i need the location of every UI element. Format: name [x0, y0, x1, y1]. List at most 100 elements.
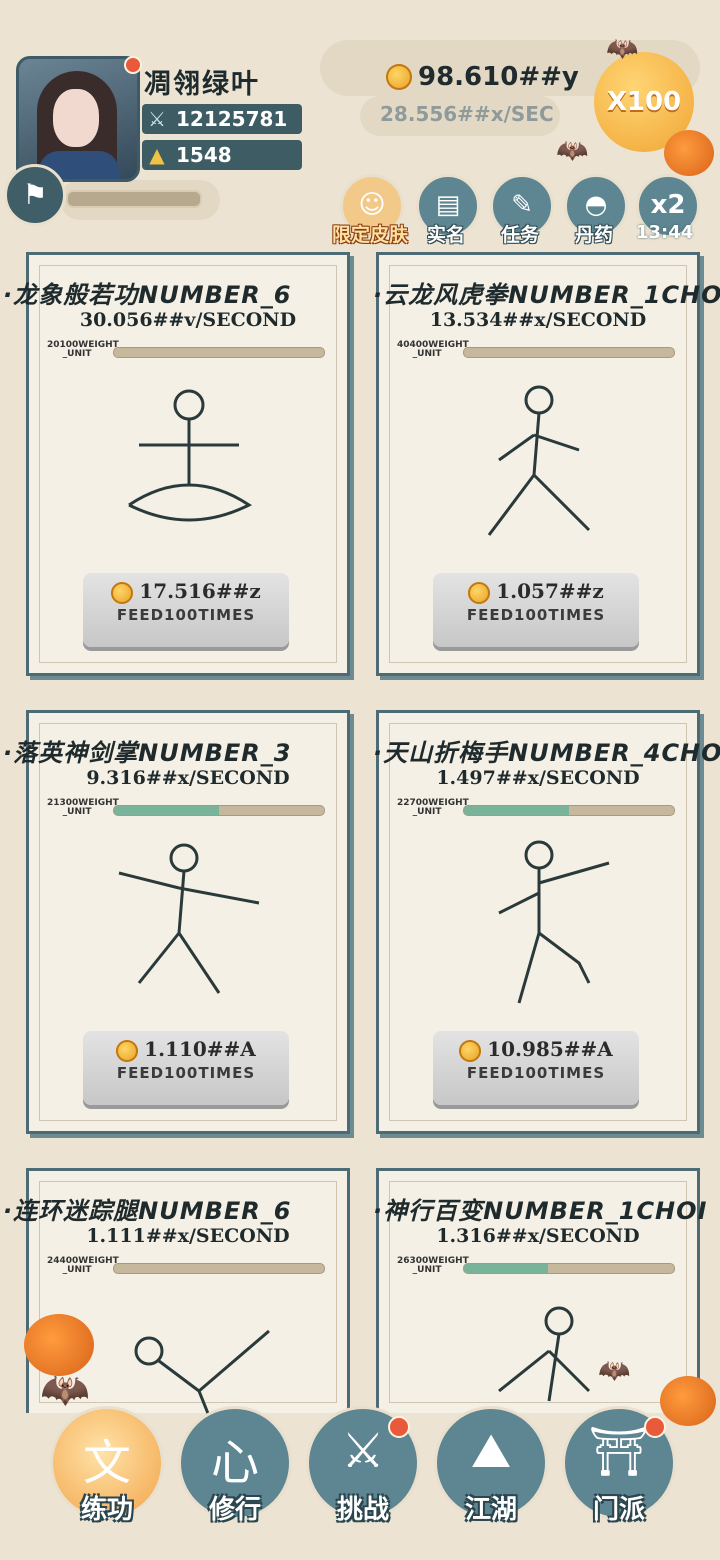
skill-title: ·落英神剑掌NUMBER_3	[3, 739, 292, 767]
gold-coin-icon	[116, 1039, 139, 1062]
weight-progress-bar	[113, 1263, 325, 1274]
ingot-stat: ▲ 1548	[142, 140, 302, 170]
challenge-notification-dot	[388, 1416, 410, 1438]
feed-label: FEED100TIMES	[116, 1063, 256, 1082]
skill-title: ·天山折梅手NUMBER_4CHO	[373, 739, 720, 767]
skill-card[interactable]: ·云龙风虎拳NUMBER_1CHO 13.534##x/SECOND 40400WE…	[373, 252, 720, 676]
mountain-icon: ⛰	[470, 1423, 512, 1479]
weight-unit: _UNIT	[412, 807, 442, 817]
weight-unit: _UNIT	[412, 349, 442, 359]
skill-rate: 1.111##x/SECOND	[86, 1225, 290, 1247]
weight-unit: _UNIT	[62, 1265, 92, 1275]
player-name: 凋翎绿叶	[144, 69, 260, 100]
bat-icon: 🦇	[40, 1367, 90, 1413]
weight-unit: _UNIT	[412, 1265, 442, 1275]
feed-label: FEED100TIMES	[116, 605, 256, 624]
weight-progress-bar	[113, 805, 325, 816]
feed-cost: 1.110##A	[83, 1037, 289, 1062]
weight-progress-bar	[463, 1263, 675, 1274]
feed-cost-value: 1.057##z	[496, 579, 604, 603]
feed-cost: 1.057##z	[433, 579, 639, 604]
avatar-face	[53, 89, 99, 147]
gold-coin-icon	[111, 581, 134, 604]
bat-icon: 🦇	[598, 1356, 631, 1386]
nav-sect-label: 门派	[592, 1495, 645, 1525]
skill-card[interactable]: ·天山折梅手NUMBER_4CHO 1.497##x/SECOND 22700WEI…	[373, 710, 720, 1134]
weight-unit: _UNIT	[62, 807, 92, 817]
realname-label: 实名	[426, 224, 465, 246]
skill-card[interactable]: ·龙象般若功NUMBER_6 30.056##v/SECOND 20100WEIGH…	[3, 252, 350, 676]
feed-button[interactable]: 1.057##z FEED100TIMES	[433, 573, 639, 647]
weight-progress-bar	[463, 347, 675, 358]
nav-challenge-label: 挑战	[336, 1495, 389, 1525]
power-stat: ⚔ 12125781	[142, 104, 302, 134]
weight-label: 21300WEIGHT _UNIT	[47, 799, 119, 817]
feed-cost: 10.985##A	[433, 1037, 639, 1062]
weight-progress-fill	[114, 806, 219, 815]
skill-title: ·神行百变NUMBER_1CHOI	[373, 1197, 708, 1225]
weight-unit: _UNIT	[62, 349, 92, 359]
skill-title: ·龙象般若功NUMBER_6	[3, 281, 292, 309]
pill-label: 丹药	[574, 224, 613, 246]
martial-artist-figure	[487, 385, 591, 536]
practice-figure-icon: 文	[82, 1435, 131, 1491]
feed-button[interactable]: 10.985##A FEED100TIMES	[433, 1031, 639, 1105]
feed-cost-value: 17.516##z	[139, 579, 261, 603]
skill-title: ·连环迷踪腿NUMBER_6	[3, 1197, 292, 1225]
ingot-value: 1548	[176, 143, 232, 167]
feed-label: FEED100TIMES	[466, 605, 606, 624]
feed-button[interactable]: 1.110##A FEED100TIMES	[83, 1031, 289, 1105]
experience-bar	[66, 190, 202, 208]
weight-progress-bar	[463, 805, 675, 816]
bat-icon: 🦇	[606, 34, 639, 64]
weight-label: 22700WEIGHT _UNIT	[397, 799, 469, 817]
gold-rate: 28.556##x/SEC	[380, 102, 554, 126]
crossed-swords-icon: ⚔	[148, 107, 166, 131]
skill-card[interactable]: ·神行百变NUMBER_1CHOI 1.316##x/SECOND 26300WEI…	[373, 1168, 706, 1413]
martial-artist-figure	[498, 840, 610, 1004]
power-value: 12125781	[176, 107, 288, 131]
feed-button[interactable]: 17.516##z FEED100TIMES	[83, 573, 289, 647]
task-label: 任务	[500, 224, 539, 246]
skill-rate: 13.534##x/SECOND	[429, 309, 647, 331]
gold-amount: 98.610##y	[418, 62, 579, 92]
sect-notification-dot	[644, 1416, 666, 1438]
speed-timer: 13:44	[636, 222, 694, 243]
skill-rate: 1.497##x/SECOND	[436, 767, 640, 789]
skill-rate: 1.316##x/SECOND	[436, 1225, 640, 1247]
weight-label: 20100WEIGHT _UNIT	[47, 341, 119, 359]
feed-cost-value: 1.110##A	[144, 1037, 256, 1061]
weight-progress-fill	[464, 806, 569, 815]
flag-icon[interactable]: ⚑	[4, 164, 66, 226]
feed-cost: 17.516##z	[83, 579, 289, 604]
pumpkin-icon	[664, 130, 714, 176]
heart-glyph-icon: 心	[210, 1435, 259, 1491]
nav-cultivate[interactable]: 心 修行	[178, 1406, 292, 1525]
skill-title: ·云龙风虎拳NUMBER_1CHO	[373, 281, 720, 309]
gold-ingot-icon: ▲	[149, 143, 165, 167]
gold-coin-icon	[468, 581, 491, 604]
skill-rate: 30.056##v/SECOND	[79, 309, 297, 331]
weight-label: 26300WEIGHT _UNIT	[397, 1257, 469, 1275]
nav-practice[interactable]: 文 练功	[50, 1406, 164, 1525]
weight-label: 24400WEIGHT _UNIT	[47, 1257, 119, 1275]
martial-artist-figure	[128, 389, 252, 522]
skill-card[interactable]: ·落英神剑掌NUMBER_3 9.316##x/SECOND 21300WEIGHT…	[3, 710, 350, 1134]
nav-practice-label: 练功	[80, 1495, 133, 1525]
gold-coin-icon	[459, 1039, 482, 1062]
feed-label: FEED100TIMES	[466, 1063, 606, 1082]
bat-icon: 🦇	[556, 136, 589, 166]
limited-skin-label: 限定皮肤	[331, 224, 408, 246]
avatar-notification-dot	[124, 56, 142, 74]
weight-progress-fill	[464, 1264, 548, 1273]
skill-rate: 9.316##x/SECOND	[86, 767, 290, 789]
nav-jianghu-label: 江湖	[464, 1495, 517, 1525]
weight-progress-bar	[113, 347, 325, 358]
pumpkin-icon	[660, 1376, 716, 1426]
gold-coin-icon	[386, 64, 412, 94]
nav-jianghu[interactable]: ⛰ 江湖	[434, 1406, 548, 1525]
weight-label: 40400WEIGHT _UNIT	[397, 341, 469, 359]
feed-cost-value: 10.985##A	[487, 1037, 613, 1061]
nav-cultivate-label: 修行	[208, 1495, 261, 1525]
martial-artist-figure	[118, 843, 260, 994]
